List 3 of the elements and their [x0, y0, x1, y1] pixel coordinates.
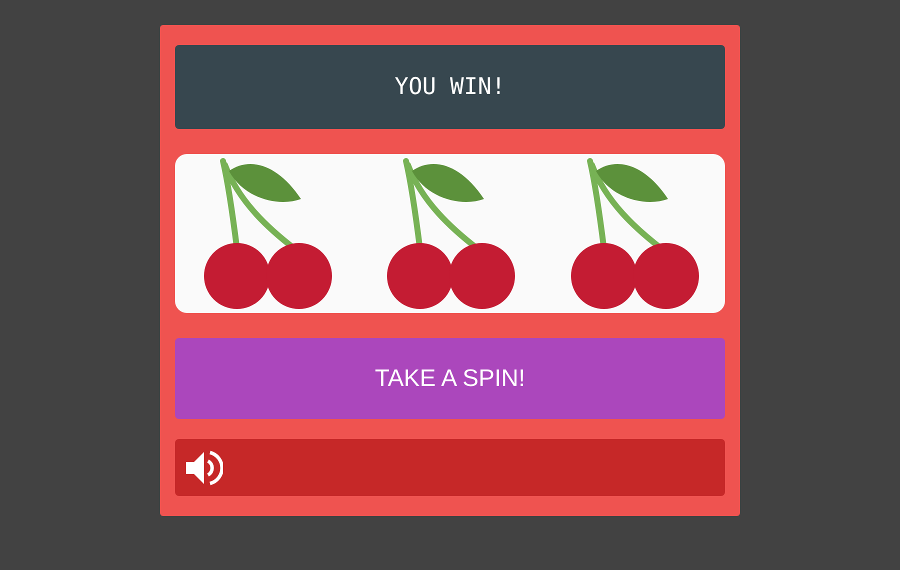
spin-button[interactable]: TAKE A SPIN! — [175, 338, 725, 419]
result-banner: YOU WIN! — [175, 45, 725, 129]
volume-icon[interactable] — [185, 448, 223, 486]
